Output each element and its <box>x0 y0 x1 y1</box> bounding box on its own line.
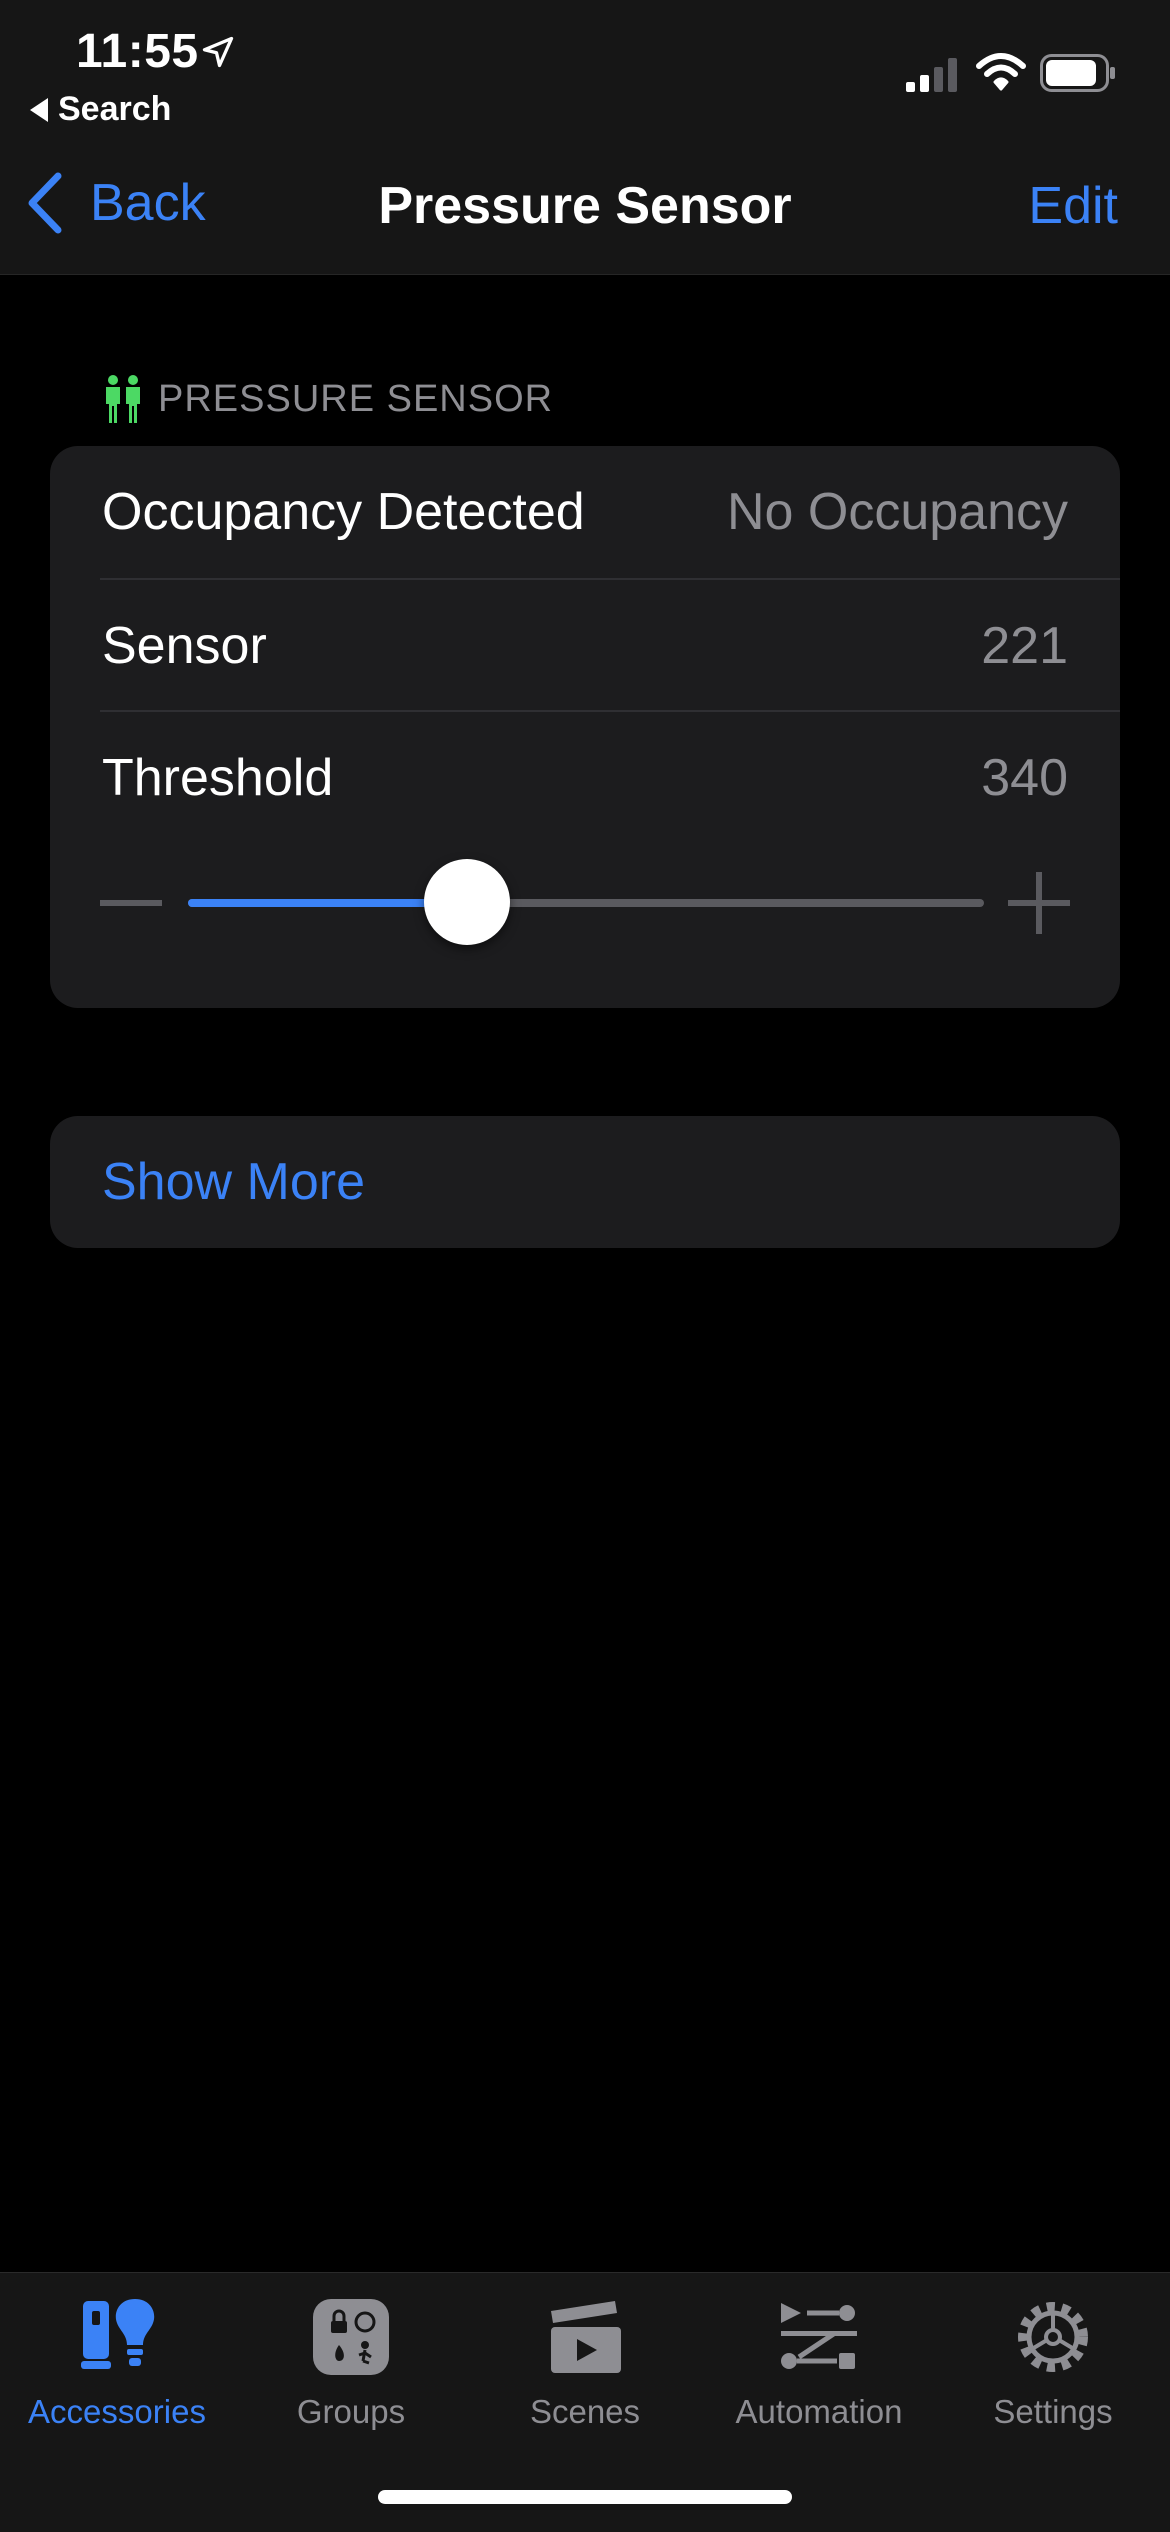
people-icon <box>106 375 140 423</box>
tab-label: Automation <box>735 2393 903 2430</box>
plus-icon[interactable] <box>1008 872 1070 934</box>
back-triangle-icon <box>30 97 48 122</box>
gear-icon <box>1018 2302 1088 2372</box>
sensor-row: Sensor 221 <box>50 580 1120 712</box>
threshold-row: Threshold 340 <box>50 712 1120 844</box>
occupancy-row: Occupancy Detected No Occupancy <box>50 446 1120 578</box>
back-to-search[interactable]: Search <box>30 90 171 129</box>
tab-label: Settings <box>993 2393 1113 2430</box>
back-app-label: Search <box>58 90 172 128</box>
tab-groups[interactable]: Groups <box>234 2295 468 2431</box>
battery-icon <box>1040 54 1115 92</box>
tab-automation[interactable]: Automation <box>702 2295 936 2431</box>
edit-button[interactable]: Edit <box>1028 176 1118 236</box>
home-indicator[interactable] <box>378 2490 792 2504</box>
occupancy-label: Occupancy Detected <box>102 483 585 541</box>
groups-icon <box>313 2299 389 2375</box>
sensor-value: 221 <box>981 617 1068 675</box>
slider-thumb[interactable] <box>424 859 510 945</box>
tab-label: Groups <box>296 2393 406 2430</box>
minus-icon[interactable] <box>100 900 162 906</box>
show-more-button[interactable]: Show More <box>50 1116 1120 1248</box>
sensor-card: Occupancy Detected No Occupancy Sensor 2… <box>50 446 1120 1008</box>
section-header: PRESSURE SENSOR <box>102 374 553 424</box>
location-arrow-icon <box>202 36 234 68</box>
clapperboard-icon <box>551 2301 621 2373</box>
sensor-label: Sensor <box>102 617 267 675</box>
tab-settings[interactable]: Settings <box>936 2295 1170 2431</box>
threshold-slider[interactable] <box>50 842 1120 962</box>
automation-icon <box>781 2303 857 2369</box>
top-bar: 11:55 Search Back Pressure Sensor Edit <box>0 0 1170 275</box>
tab-scenes[interactable]: Scenes <box>468 2295 702 2431</box>
tab-label: Accessories <box>28 2393 206 2430</box>
tab-label: Scenes <box>529 2393 641 2430</box>
status-time: 11:55 <box>76 25 199 78</box>
threshold-label: Threshold <box>102 749 334 807</box>
tab-accessories[interactable]: Accessories <box>0 2295 234 2431</box>
wifi-icon <box>976 53 1026 91</box>
accessories-icon <box>81 2299 155 2369</box>
page-title: Pressure Sensor <box>378 177 792 235</box>
slider-track[interactable] <box>188 899 984 907</box>
cellular-signal-icon <box>906 58 957 92</box>
threshold-value: 340 <box>981 749 1068 807</box>
occupancy-value: No Occupancy <box>726 483 1068 541</box>
section-header-label: PRESSURE SENSOR <box>158 377 554 420</box>
